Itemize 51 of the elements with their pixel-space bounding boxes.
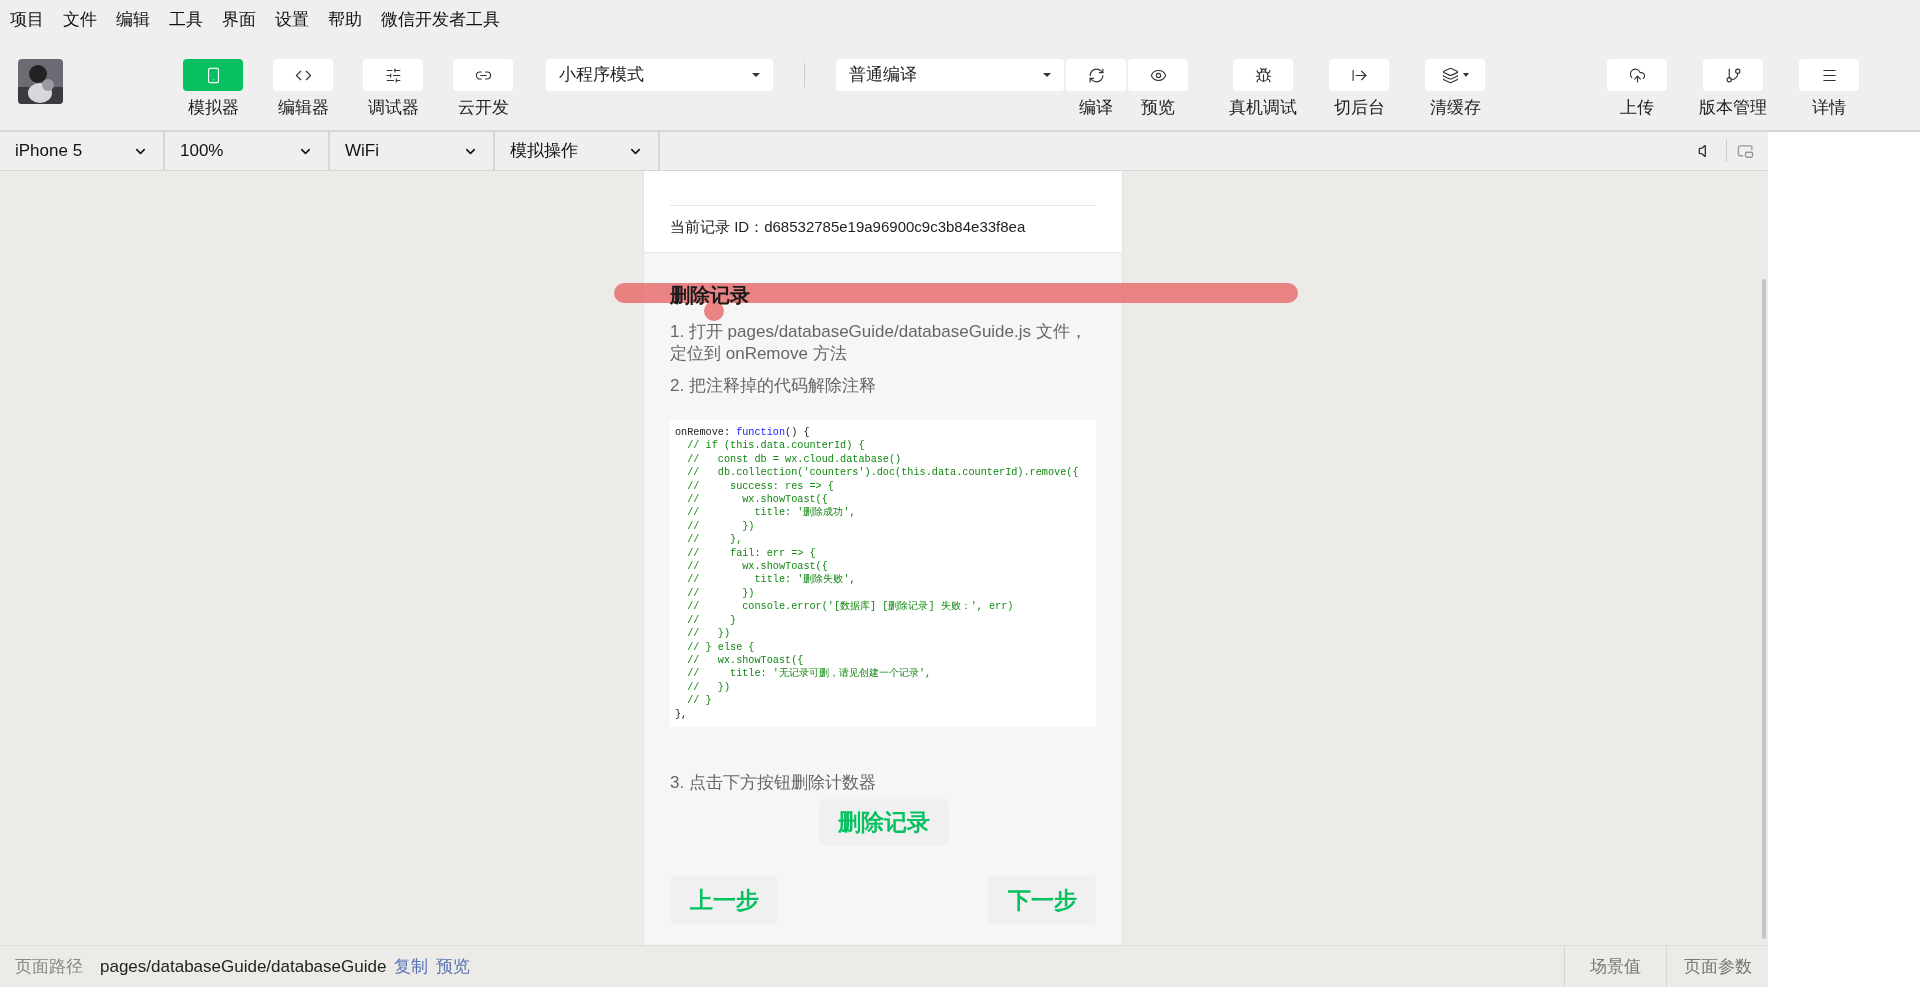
record-id-text: 当前记录 ID：d68532785e19a96900c9c3b84e33f8ea xyxy=(670,217,1027,237)
page-path: pages/databaseGuide/databaseGuide xyxy=(100,955,387,978)
toolbar-label: 编译 xyxy=(1079,97,1113,119)
compile-select[interactable]: 普通编译 xyxy=(836,59,1064,91)
step-text: 3. 点击下方按钮删除计数器 xyxy=(670,771,877,794)
dropdown-caret-icon xyxy=(1462,73,1469,77)
mode-select[interactable]: 小程序模式 xyxy=(546,59,773,91)
toolbar-label: 调试器 xyxy=(367,97,419,119)
toolbar-label: 编辑器 xyxy=(277,97,329,119)
toolbar-button[interactable] xyxy=(1425,59,1485,91)
step-text: 1. 打开 pages/databaseGuide/databaseGuide.js 文件，定位到 onRemove 方法 xyxy=(670,321,1088,365)
toolbar-label: 清缓存 xyxy=(1429,97,1481,119)
sliders-icon xyxy=(384,66,402,84)
menu-item[interactable]: 设置 xyxy=(275,7,309,33)
toolbar-button[interactable] xyxy=(363,59,423,91)
status-tab[interactable]: 场景值 xyxy=(1564,946,1666,987)
toolbar-button[interactable] xyxy=(1703,59,1763,91)
section-heading: 删除记录 xyxy=(670,283,750,308)
toolbar-label: 预览 xyxy=(1141,97,1175,119)
toolbar-label: 云开发 xyxy=(457,97,509,119)
toolbar-button[interactable] xyxy=(1066,59,1126,91)
toolbar-label: 真机调试 xyxy=(1229,97,1297,119)
dropdown-caret-icon xyxy=(752,73,760,77)
bug-icon xyxy=(1254,66,1272,84)
cloud-upload-icon xyxy=(1628,66,1646,84)
toolbar-label: 详情 xyxy=(1812,97,1846,119)
menu-item[interactable]: 微信开发者工具 xyxy=(381,7,500,33)
menu-item[interactable]: 文件 xyxy=(63,7,97,33)
status-link[interactable]: 预览 xyxy=(436,953,471,980)
branch-icon xyxy=(1724,66,1742,84)
refresh-icon xyxy=(1087,66,1105,84)
status-link[interactable]: 复制 xyxy=(394,953,429,980)
toolbar-button[interactable] xyxy=(1607,59,1667,91)
toolbar-button[interactable] xyxy=(1233,59,1293,91)
scrollbar[interactable] xyxy=(1762,279,1766,939)
window-icon[interactable] xyxy=(1737,142,1754,160)
menu-item[interactable]: 界面 xyxy=(222,7,256,33)
dropdown-caret-icon xyxy=(1043,73,1051,77)
menu-item[interactable]: 项目 xyxy=(10,7,44,33)
layers-icon xyxy=(1441,66,1459,84)
step-text: 2. 把注释掉的代码解除注释 xyxy=(670,375,877,397)
menu-item[interactable]: 帮助 xyxy=(328,7,362,33)
toolbar-label: 切后台 xyxy=(1333,97,1385,119)
code-block: onRemove: function() { // if (this.data.counterId) { // const db = wx.cloud.database() // db.collection('counters').doc(this.data.counterId).remove({ // success: res => { // wx.showToast({ // title: '删除成功', // }) // }, // fail: err => { // wx.showToast({ // title: '删除失败', // }) // console.error('[数据库] [删除记录] 失败：', err) // } // }) // } else { // wx.showToast({ // title: '无记录可删，请见创建一个记录', // }) // } }, xyxy=(670,420,1096,727)
menu-item[interactable]: 编辑 xyxy=(116,7,150,33)
toolbar-button[interactable] xyxy=(1128,59,1188,91)
path-label: 页面路径 xyxy=(15,955,83,978)
toolbar-label: 上传 xyxy=(1620,97,1654,119)
toolbar-label: 版本管理 xyxy=(1699,97,1767,119)
toolbar-label: 模拟器 xyxy=(187,97,239,119)
menu-item[interactable]: 工具 xyxy=(169,7,203,33)
